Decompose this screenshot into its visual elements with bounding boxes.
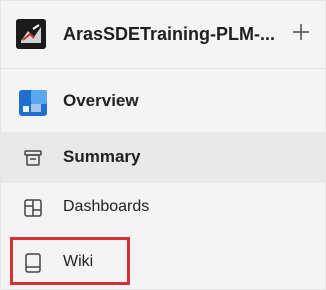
project-name[interactable]: ArasSDETraining-PLM-... bbox=[63, 23, 278, 45]
nav-label-dashboards: Dashboards bbox=[63, 198, 150, 215]
overview-icon bbox=[19, 88, 47, 116]
nav-label-overview: Overview bbox=[63, 91, 139, 110]
nav-item-wiki[interactable]: Wiki bbox=[1, 237, 326, 288]
project-sidebar: ArasSDETraining-PLM-... Overview Summary… bbox=[0, 0, 326, 290]
project-logo-icon bbox=[16, 19, 46, 49]
wiki-icon bbox=[19, 249, 47, 277]
project-avatar[interactable] bbox=[16, 19, 46, 49]
nav-item-summary[interactable]: Summary bbox=[1, 132, 326, 183]
nav-label-summary: Summary bbox=[63, 147, 141, 166]
header-divider bbox=[1, 68, 326, 69]
plus-icon bbox=[293, 24, 309, 40]
summary-icon bbox=[19, 144, 47, 172]
nav-item-overview[interactable]: Overview bbox=[1, 76, 326, 127]
add-button[interactable] bbox=[288, 19, 314, 45]
dashboards-icon bbox=[19, 194, 47, 222]
nav-item-dashboards[interactable]: Dashboards bbox=[1, 182, 326, 233]
nav-label-wiki: Wiki bbox=[63, 253, 94, 270]
project-header: ArasSDETraining-PLM-... bbox=[1, 1, 326, 67]
